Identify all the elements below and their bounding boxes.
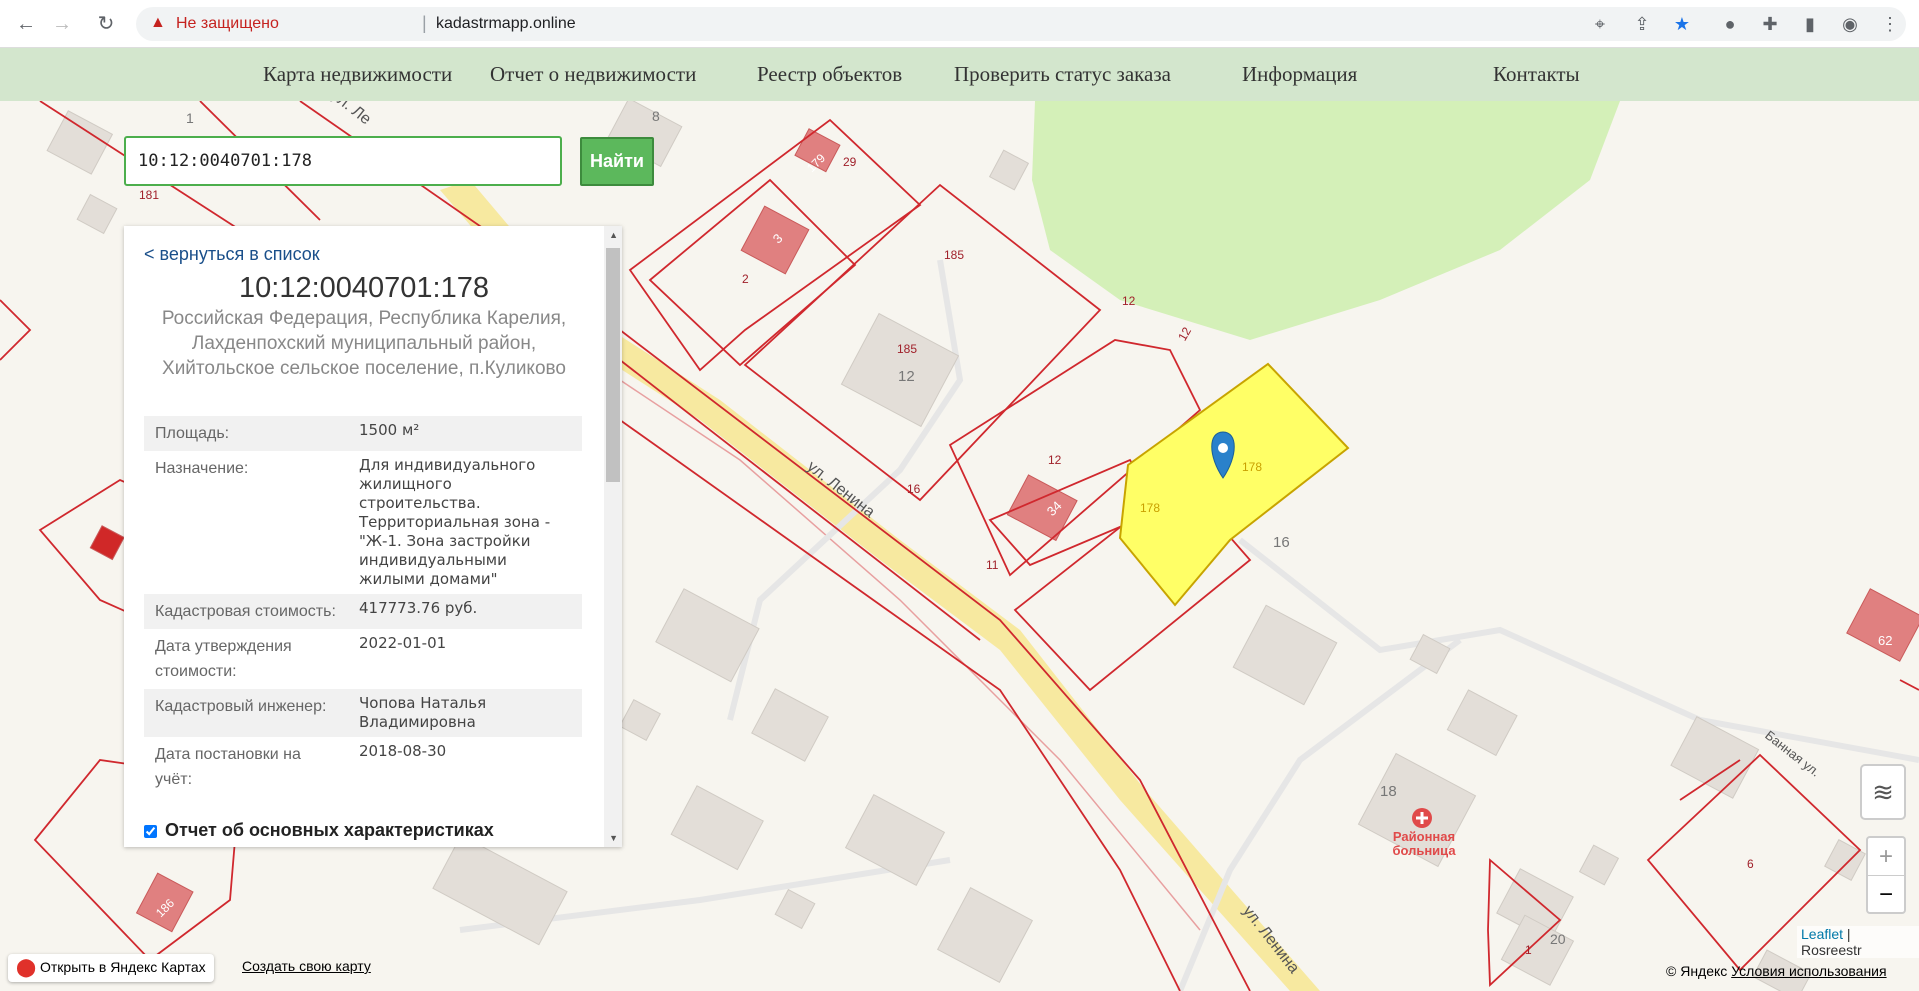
- parcel-label: 16: [907, 482, 921, 496]
- address: Российская Федерация, Республика Карелия…: [161, 308, 567, 379]
- zoom-control: + −: [1866, 836, 1906, 914]
- prop-value: 2022-01-01: [359, 634, 447, 652]
- copyright-text: © Яндекс: [1666, 963, 1728, 979]
- open-in-yandex-label: Открыть в Яндекс Картах: [40, 959, 206, 975]
- puzzle-icon[interactable]: ✚: [1756, 10, 1784, 38]
- building-label: 18: [1380, 783, 1397, 800]
- extension-avatar-icon[interactable]: ●: [1716, 10, 1744, 38]
- building-label: 8: [652, 108, 660, 124]
- table-row: Площадь: 1500 м²: [144, 416, 582, 451]
- url-text[interactable]: kadastrmapp.online: [436, 15, 576, 33]
- parcel-label: 2: [742, 272, 749, 286]
- prop-label: Назначение:: [155, 460, 249, 477]
- browser-toolbar: ← → ↻ ▲ Не защищено | kadastrmapp.online…: [0, 0, 1919, 48]
- yandex-copyright: © Яндекс Условия использования: [1666, 963, 1887, 979]
- parcel-label: 12: [1122, 294, 1136, 308]
- leaflet-link[interactable]: Leaflet: [1801, 926, 1843, 942]
- create-map-link[interactable]: Создать свою карту: [242, 958, 371, 974]
- prop-value: Для индивидуального жилищного строительс…: [359, 456, 551, 588]
- prop-value: 417773.76 руб.: [348, 594, 582, 629]
- prop-label: Кадастровая стоимость:: [144, 594, 348, 629]
- zoom-out-button[interactable]: −: [1868, 875, 1904, 912]
- terms-link[interactable]: Условия использования: [1731, 963, 1886, 979]
- share-icon[interactable]: ⇪: [1628, 10, 1656, 38]
- prop-label: Площадь:: [144, 416, 348, 451]
- panel-scrollbar[interactable]: ▲ ▼: [604, 226, 622, 847]
- nav-info[interactable]: Информация: [1242, 62, 1357, 87]
- prop-value: 2018-08-30: [359, 742, 447, 760]
- parcel-label: 11: [986, 558, 999, 572]
- security-label[interactable]: Не защищено: [176, 15, 279, 33]
- zoom-in-button[interactable]: +: [1868, 838, 1904, 875]
- prop-label: Дата постановки на учёт:: [155, 746, 301, 788]
- profile-icon[interactable]: ◉: [1836, 10, 1864, 38]
- open-in-yandex-button[interactable]: ⬤ Открыть в Яндекс Картах: [8, 954, 214, 982]
- divider: |: [422, 13, 427, 33]
- parcel-label: 185: [944, 248, 965, 262]
- building-label: 62: [1878, 633, 1893, 648]
- location-icon[interactable]: ⌖: [1586, 10, 1614, 38]
- table-row: Дата утверждения стоимости: 2022-01-01: [144, 629, 582, 689]
- map-pin-icon: ⬤: [16, 957, 37, 977]
- table-row: Дата постановки на учёт: 2018-08-30: [144, 737, 582, 797]
- forward-icon[interactable]: →: [48, 10, 76, 38]
- scroll-up-icon[interactable]: ▲: [609, 230, 618, 240]
- nav-registry[interactable]: Реестр объектов: [757, 62, 902, 87]
- building-label: 20: [1550, 931, 1566, 947]
- prop-value: Чопова Наталья Владимировна: [348, 689, 582, 737]
- parcel-label: 178: [1242, 460, 1263, 474]
- report-label: Отчет об основных характеристиках: [165, 820, 494, 840]
- sidebar-icon[interactable]: ▮: [1796, 10, 1824, 38]
- nav-order-status[interactable]: Проверить статус заказа: [954, 62, 1171, 87]
- selected-parcel: [1118, 362, 1350, 607]
- nav-contacts[interactable]: Контакты: [1493, 62, 1580, 87]
- park-area: [1032, 101, 1620, 340]
- warning-icon: ▲: [150, 14, 166, 31]
- scroll-down-icon[interactable]: ▼: [609, 833, 618, 843]
- parcel-label: 12: [1048, 453, 1062, 467]
- star-icon[interactable]: ★: [1668, 10, 1696, 38]
- site-nav: Карта недвижимости Отчет о недвижимости …: [0, 48, 1919, 101]
- back-to-list-link[interactable]: < вернуться в список: [144, 244, 320, 265]
- nav-map[interactable]: Карта недвижимости: [263, 62, 452, 87]
- parcel-label: 181: [139, 188, 160, 202]
- prop-label: Дата утверждения стоимости:: [155, 638, 292, 680]
- attribution-sep: |: [1843, 926, 1851, 942]
- parcel-label: 178: [1140, 501, 1161, 515]
- parcel-label: 29: [843, 155, 857, 169]
- poi-hospital-label: Районная больница: [1392, 829, 1456, 858]
- menu-icon[interactable]: ⋮: [1876, 10, 1904, 38]
- table-row: Кадастровая стоимость: 417773.76 руб.: [144, 594, 582, 629]
- building-label: 12: [898, 368, 915, 385]
- cadastral-number: 10:12:0040701:178: [239, 272, 489, 304]
- prop-value: 1500 м²: [348, 416, 582, 451]
- parcel-label: 1: [1525, 943, 1532, 957]
- building-label: 16: [1273, 534, 1290, 551]
- back-icon[interactable]: ←: [12, 10, 40, 38]
- info-panel: < вернуться в список 10:12:0040701:178 Р…: [124, 226, 622, 847]
- report-option[interactable]: Отчет об основных характеристиках: [144, 820, 494, 841]
- parcel-label: 6: [1747, 857, 1754, 871]
- report-checkbox[interactable]: [144, 825, 157, 838]
- nav-report[interactable]: Отчет о недвижимости: [490, 62, 696, 87]
- reload-icon[interactable]: ↻: [92, 10, 120, 38]
- search-input[interactable]: [124, 136, 562, 186]
- table-row: Кадастровый инженер: Чопова Наталья Влади…: [144, 689, 582, 737]
- building-label: 1: [186, 110, 194, 126]
- layers-icon[interactable]: ≋: [1860, 764, 1906, 820]
- prop-label: Кадастровый инженер:: [144, 689, 348, 737]
- scroll-thumb[interactable]: [606, 248, 620, 482]
- table-row: Назначение: Для индивидуального жилищного…: [144, 451, 582, 594]
- attribution: Leaflet | Rosreestr: [1797, 926, 1919, 958]
- properties-table: Площадь: 1500 м² Назначение: Для индивидуа…: [144, 416, 582, 797]
- find-button[interactable]: Найти: [580, 137, 654, 186]
- attribution-source: Rosreestr: [1801, 942, 1862, 958]
- parcel-label: 185: [897, 342, 918, 356]
